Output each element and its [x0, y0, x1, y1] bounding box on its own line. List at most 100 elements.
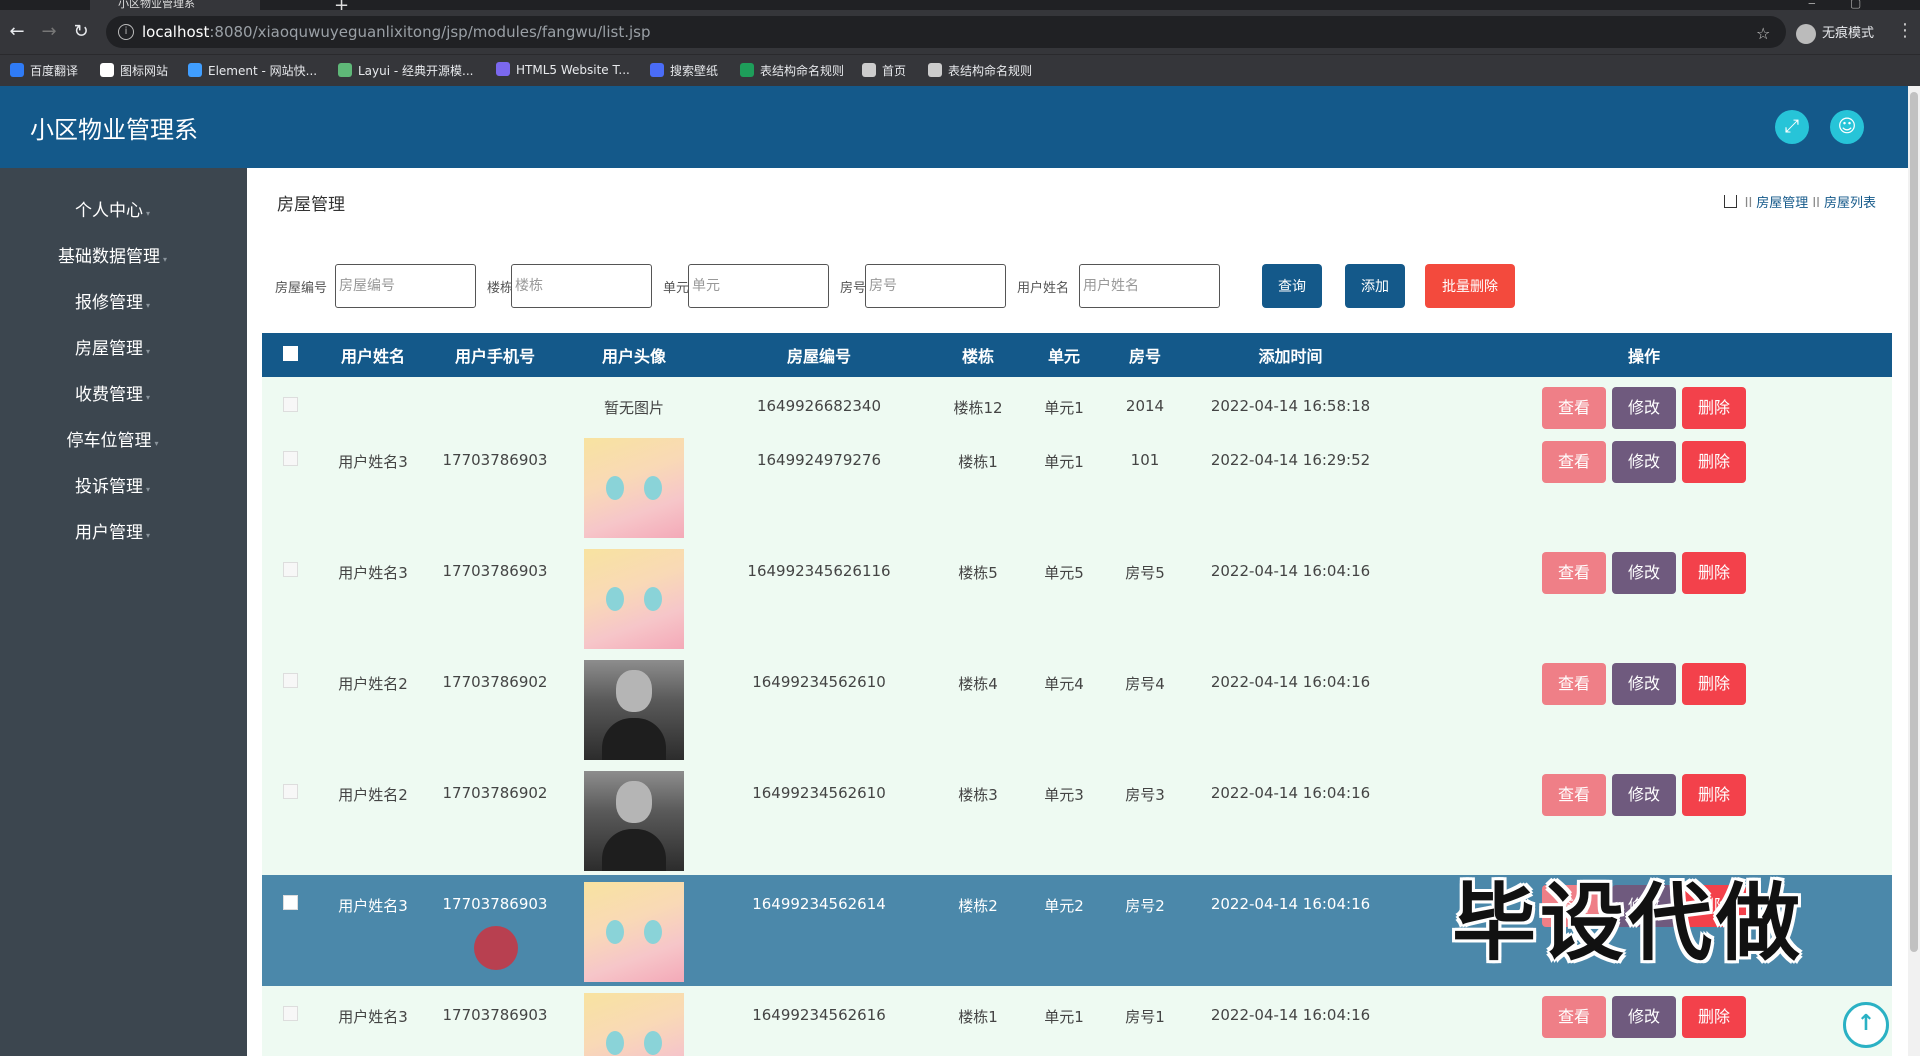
- phone-cell: 17703786903: [442, 451, 548, 469]
- row-checkbox[interactable]: [283, 784, 298, 799]
- breadcrumb-item[interactable]: 房屋列表: [1824, 196, 1876, 211]
- chevron-down-icon: ▾: [145, 531, 150, 540]
- unit-input[interactable]: [688, 264, 829, 308]
- house-code-cell: 16499234562610: [752, 784, 886, 802]
- select-all-checkbox[interactable]: [283, 345, 298, 361]
- time-cell: 2022-04-14 16:04:16: [1210, 673, 1371, 691]
- breadcrumb-item[interactable]: 房屋管理: [1756, 196, 1808, 211]
- sidebar-item[interactable]: 收费管理 ▾: [0, 372, 247, 418]
- avatar-cell: 暂无图片: [603, 399, 664, 417]
- bookmark-label: 图标网站: [120, 64, 169, 78]
- address-bar[interactable]: i localhost:8080/xiaoquwuyeguanlixitong/…: [106, 16, 1786, 48]
- bookmark-item[interactable]: Layui - 经典开源模...: [338, 62, 473, 79]
- delete-button[interactable]: 删除: [1682, 774, 1746, 816]
- select-all-cell: [262, 333, 319, 377]
- incognito-indicator[interactable]: 无痕模式: [1796, 22, 1874, 44]
- column-header[interactable]: 用户手机号: [427, 333, 563, 377]
- query-button[interactable]: 查询: [1262, 264, 1322, 308]
- sidebar-item[interactable]: 基础数据管理 ▾: [0, 234, 247, 280]
- column-header[interactable]: 房号: [1105, 333, 1185, 377]
- maximize-icon[interactable]: ▢: [1850, 0, 1861, 10]
- view-button[interactable]: 查看: [1542, 774, 1606, 816]
- browser-tab[interactable]: 小区物业管理系: [90, 0, 260, 10]
- back-icon[interactable]: ←: [6, 21, 28, 43]
- home-icon[interactable]: [1723, 195, 1737, 208]
- column-header[interactable]: 单元: [1023, 333, 1105, 377]
- house-code-input[interactable]: [335, 264, 476, 308]
- arrow-up-icon[interactable]: ↑: [1843, 1002, 1889, 1048]
- bookmark-item[interactable]: 百度翻译: [10, 62, 78, 79]
- bookmark-item[interactable]: 图标网站: [100, 62, 168, 79]
- edit-button[interactable]: 修改: [1612, 663, 1676, 705]
- site-info-icon[interactable]: i: [118, 24, 134, 40]
- delete-button[interactable]: 删除: [1682, 441, 1746, 483]
- forward-icon[interactable]: →: [38, 21, 60, 43]
- view-button[interactable]: 查看: [1542, 441, 1606, 483]
- column-header[interactable]: 用户头像: [563, 333, 705, 377]
- minimize-icon[interactable]: ‒: [1808, 0, 1816, 10]
- bookmark-label: 表结构命名规则: [948, 64, 1033, 78]
- room-cell: 房号3: [1125, 786, 1165, 804]
- view-button[interactable]: 查看: [1542, 996, 1606, 1038]
- column-header[interactable]: 房屋编号: [705, 333, 933, 377]
- add-button[interactable]: 添加: [1345, 264, 1405, 308]
- bookmark-star-icon[interactable]: ☆: [1756, 24, 1770, 43]
- row-checkbox[interactable]: [283, 562, 298, 577]
- user-name-input[interactable]: [1079, 264, 1220, 308]
- room-input[interactable]: [865, 264, 1006, 308]
- building-input[interactable]: [511, 264, 652, 308]
- delete-button[interactable]: 删除: [1682, 387, 1746, 429]
- table-row[interactable]: 用户姓名3 17703786903 16499234562616 楼栋1 单元1 房号1 2…: [262, 986, 1892, 1056]
- user-icon[interactable]: ☺: [1830, 110, 1864, 144]
- avatar: [584, 993, 684, 1056]
- page-scrollbar[interactable]: [1908, 86, 1920, 1056]
- edit-button[interactable]: 修改: [1612, 774, 1676, 816]
- table-row[interactable]: 暂无图片 1649926682340 楼栋12 单元1 2014 2022-04-14 1…: [262, 377, 1892, 431]
- bookmark-item[interactable]: 表结构命名规则: [928, 62, 1032, 79]
- chevron-down-icon: ▾: [145, 347, 150, 356]
- scrollbar-thumb[interactable]: [1910, 92, 1918, 952]
- sidebar-item[interactable]: 停车位管理 ▾: [0, 418, 247, 464]
- bookmark-item[interactable]: 表结构命名规则: [740, 62, 844, 79]
- row-checkbox[interactable]: [283, 1006, 298, 1021]
- row-checkbox[interactable]: [283, 451, 298, 466]
- building-cell: 楼栋5: [958, 564, 998, 582]
- column-header[interactable]: 楼栋: [933, 333, 1023, 377]
- bookmark-label: Layui - 经典开源模...: [358, 64, 474, 78]
- edit-button[interactable]: 修改: [1612, 387, 1676, 429]
- bookmark-item[interactable]: HTML5 Website T...: [496, 62, 630, 77]
- table-row[interactable]: 用户姓名2 17703786902 16499234562610 楼栋4 单元4 房号4 2…: [262, 653, 1892, 764]
- view-button[interactable]: 查看: [1542, 387, 1606, 429]
- delete-button[interactable]: 删除: [1682, 996, 1746, 1038]
- delete-button[interactable]: 删除: [1682, 552, 1746, 594]
- delete-button[interactable]: 删除: [1682, 663, 1746, 705]
- sidebar-item[interactable]: 投诉管理 ▾: [0, 464, 247, 510]
- column-header[interactable]: 用户姓名: [319, 333, 427, 377]
- sidebar-item[interactable]: 房屋管理 ▾: [0, 326, 247, 372]
- avatar-cell: [563, 653, 705, 764]
- reload-icon[interactable]: ↻: [70, 21, 92, 43]
- sidebar-item[interactable]: 报修管理 ▾: [0, 280, 247, 326]
- table-row[interactable]: 用户姓名3 17703786903 1649924979276 楼栋1 单元1 101 20…: [262, 431, 1892, 542]
- room-cell: 101: [1130, 451, 1160, 469]
- row-checkbox[interactable]: [283, 397, 298, 412]
- sidebar-item[interactable]: 用户管理 ▾: [0, 510, 247, 556]
- edit-button[interactable]: 修改: [1612, 996, 1676, 1038]
- expand-icon[interactable]: ⤢: [1775, 110, 1809, 144]
- batch-delete-button[interactable]: 批量删除: [1425, 264, 1515, 308]
- sidebar-item[interactable]: 个人中心 ▾: [0, 188, 247, 234]
- table-row[interactable]: 用户姓名3 17703786903 164992345626116 楼栋5 单元5 房号5…: [262, 542, 1892, 653]
- bookmark-item[interactable]: Element - 网站快...: [188, 62, 317, 79]
- row-select-cell: [262, 653, 319, 764]
- view-button[interactable]: 查看: [1542, 663, 1606, 705]
- bookmark-item[interactable]: 搜索壁纸: [650, 62, 718, 79]
- view-button[interactable]: 查看: [1542, 552, 1606, 594]
- edit-button[interactable]: 修改: [1612, 441, 1676, 483]
- edit-button[interactable]: 修改: [1612, 552, 1676, 594]
- bookmark-item[interactable]: 首页: [862, 62, 906, 79]
- row-checkbox[interactable]: [283, 673, 298, 688]
- row-checkbox[interactable]: [283, 895, 298, 910]
- column-header[interactable]: 添加时间: [1185, 333, 1396, 377]
- browser-menu-icon[interactable]: ⋮: [1896, 20, 1914, 41]
- search-label: 单元: [663, 281, 690, 296]
